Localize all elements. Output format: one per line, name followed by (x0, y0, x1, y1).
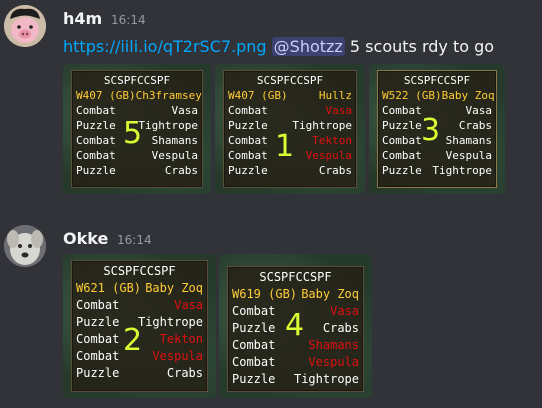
room-name: Vespula (305, 149, 352, 162)
room-row: Combat Vespula (232, 354, 359, 371)
room-type: Combat (232, 355, 276, 369)
message-content: https://iili.io/qT2rSC7.png @Shotzz 5 sc… (63, 37, 494, 56)
room-row: Combat Vasa (76, 297, 203, 314)
dog-avatar-icon (4, 225, 46, 267)
room-type: Puzzle (382, 119, 422, 132)
room-type: Puzzle (232, 321, 276, 335)
handwritten-number: 4 (285, 308, 305, 343)
room-type: Combat (76, 349, 120, 363)
raid-layout-title: SCSPFCCSPF (259, 270, 332, 284)
world-label: W407 (GB) (228, 89, 288, 102)
raid-layout-title: SCSPFCCSPF (103, 264, 176, 278)
room-name: Tightrope (293, 372, 359, 386)
timestamp: 16:14 (117, 233, 152, 247)
player-name: Hullz (318, 89, 352, 102)
room-name: Tightrope (137, 315, 203, 329)
scout-image-attachment[interactable]: SCSPFCCSPF W522 (GB) Baby Zoq Combat Vasa … (369, 64, 505, 194)
room-name: Crabs (166, 366, 203, 380)
room-name: Crabs (458, 119, 492, 132)
room-name: Vasa (465, 104, 493, 117)
room-type: Combat (382, 104, 422, 117)
room-name: Crabs (164, 164, 198, 177)
room-type: Combat (228, 134, 268, 147)
world-label: W619 (GB) (232, 287, 298, 301)
room-row: Puzzle Crabs (76, 365, 203, 382)
player-name: Ch3framsey (135, 89, 202, 102)
room-name: Tightrope (432, 164, 492, 177)
room-type: Combat (76, 332, 120, 346)
room-name: Vespula (445, 149, 492, 162)
room-name: Vespula (152, 349, 203, 363)
room-row: Combat Vasa (228, 103, 352, 118)
room-name: Vasa (330, 304, 359, 318)
player-name: Baby Zoq (441, 89, 495, 102)
room-row: Combat Vespula (382, 148, 492, 163)
world-label: W407 (GB) (76, 89, 136, 102)
room-name: Vasa (171, 104, 199, 117)
room-name: Tightrope (292, 119, 352, 132)
scout-image-attachment[interactable]: SCSPFCCSPF W619 (GB) Baby Zoq Combat Vasa … (219, 254, 372, 398)
room-type: Combat (228, 104, 268, 117)
room-row: Puzzle Tightrope (232, 371, 359, 388)
avatar-h4m[interactable] (4, 5, 46, 47)
avatar-okke[interactable] (4, 225, 46, 267)
room-type: Combat (76, 134, 116, 147)
room-type: Puzzle (76, 164, 116, 177)
room-name: Shamans (445, 134, 492, 147)
message-text: 5 scouts rdy to go (344, 37, 495, 56)
player-name: Baby Zoq (145, 281, 203, 295)
player-name: Baby Zoq (301, 287, 359, 301)
room-name: Vespula (151, 149, 198, 162)
world-label: W522 (GB) (382, 89, 442, 102)
room-name: Vasa (174, 298, 203, 312)
scout-image-attachment[interactable]: SCSPFCCSPF W621 (GB) Baby Zoq Combat Vasa … (63, 254, 216, 398)
room-type: Puzzle (76, 119, 116, 132)
raid-layout-title: SCSPFCCSPF (256, 74, 324, 87)
room-name: Vespula (308, 355, 359, 369)
room-type: Combat (232, 304, 276, 318)
room-name: Tekton (312, 134, 352, 147)
handwritten-number: 2 (123, 323, 143, 358)
room-type: Combat (228, 149, 268, 162)
room-type: Combat (76, 104, 116, 117)
image-link[interactable]: https://iili.io/qT2rSC7.png (63, 37, 267, 56)
raid-layout-title: SCSPFCCSPF (403, 74, 471, 87)
world-label: W621 (GB) (76, 281, 142, 295)
pig-avatar-icon (4, 5, 46, 47)
room-type: Puzzle (76, 366, 120, 380)
handwritten-number: 1 (275, 129, 295, 164)
room-name: Vasa (325, 104, 353, 117)
room-row: Puzzle Crabs (76, 163, 198, 178)
room-row: Puzzle Crabs (228, 163, 352, 178)
username[interactable]: h4m (63, 9, 102, 28)
room-type: Combat (232, 338, 276, 352)
room-name: Crabs (322, 321, 359, 335)
room-name: Crabs (318, 164, 352, 177)
raid-layout-title: SCSPFCCSPF (103, 74, 171, 87)
room-type: Puzzle (76, 315, 120, 329)
scout-image-attachment[interactable]: SCSPFCCSPF W407 (GB) Ch3framsey Combat Vas… (63, 64, 211, 194)
username[interactable]: Okke (63, 229, 108, 248)
room-type: Puzzle (232, 372, 276, 386)
room-type: Puzzle (228, 164, 268, 177)
room-type: Combat (76, 149, 116, 162)
room-type: Puzzle (228, 119, 268, 132)
handwritten-number: 5 (123, 116, 143, 151)
user-mention[interactable]: @Shotzz (271, 37, 345, 56)
room-type: Combat (382, 149, 422, 162)
handwritten-number: 3 (421, 113, 441, 148)
timestamp: 16:14 (111, 13, 146, 27)
room-row: Puzzle Tightrope (382, 163, 492, 178)
room-type: Combat (76, 298, 120, 312)
room-type: Puzzle (382, 164, 422, 177)
room-name: Shamans (308, 338, 359, 352)
room-type: Combat (382, 134, 422, 147)
room-name: Tekton (159, 332, 203, 346)
scout-image-attachment[interactable]: SCSPFCCSPF W407 (GB) Hullz Combat Vasa Puz… (215, 64, 365, 194)
room-name: Shamans (151, 134, 198, 147)
room-name: Tightrope (138, 119, 198, 132)
